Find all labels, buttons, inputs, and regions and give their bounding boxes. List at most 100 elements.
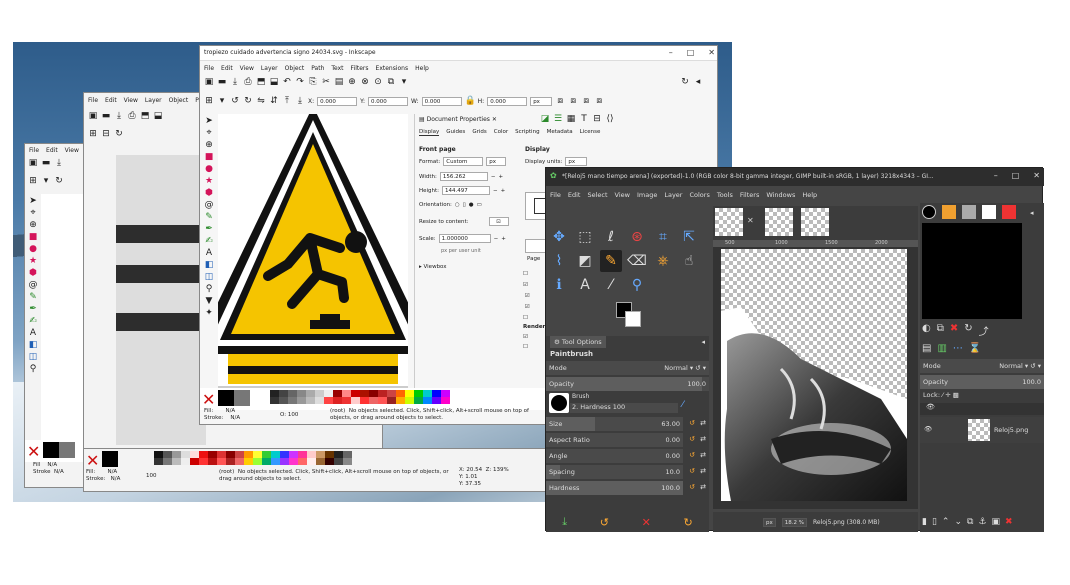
edit-brush-icon[interactable]: ⁄ — [682, 400, 684, 410]
tab-license[interactable]: License — [580, 129, 601, 136]
slider-value[interactable]: 100.0 — [661, 484, 680, 492]
smudge-tool-icon[interactable]: ☝ — [678, 250, 700, 272]
color-swatches[interactable] — [616, 302, 642, 328]
reset-slider-icon[interactable]: ↺ — [689, 483, 695, 491]
more-dropdown-icon[interactable]: ▾ — [399, 77, 409, 87]
menu-edit[interactable]: Edit — [568, 191, 581, 199]
reset-slider-icon[interactable]: ↺ — [689, 435, 695, 443]
menu-object[interactable]: Object — [285, 65, 305, 72]
menu-filters[interactable]: Filters — [740, 191, 759, 199]
layer-opacity-row[interactable]: Opacity 100.0 — [920, 375, 1044, 389]
import-icon[interactable]: ⬒ — [256, 77, 266, 87]
layer-row[interactable]: 👁 Reloj5.png — [920, 417, 1044, 443]
cut-icon[interactable]: ✂ — [321, 77, 331, 87]
y-field[interactable]: 0.000 — [368, 96, 409, 106]
rotate-cw-icon[interactable]: ↻ — [243, 96, 253, 106]
layers-icon[interactable]: ☰ — [553, 114, 563, 124]
unified-transform-tool-icon[interactable]: ⇱ — [678, 226, 700, 248]
channels-tab-icon[interactable]: ▥ — [937, 343, 946, 354]
tab-scripting[interactable]: Scripting — [515, 129, 539, 136]
tab-color[interactable]: Color — [494, 129, 508, 136]
tab-grids[interactable]: Grids — [472, 129, 486, 136]
new-group-icon[interactable]: ▯ — [932, 517, 937, 527]
lower-layer-icon[interactable]: ⌄ — [954, 517, 962, 527]
save-preset-icon[interactable]: ⤓ — [562, 515, 567, 529]
visibility-icon[interactable]: 👁 — [924, 425, 932, 433]
zoom-tool-icon[interactable]: ⊕ — [204, 140, 214, 150]
image-canvas[interactable] — [713, 247, 918, 509]
menu-colors[interactable]: Colors — [689, 191, 709, 199]
gimp-window[interactable]: ✿ *[Reloj5 mano tiempo arena] (exported)… — [545, 167, 1044, 532]
close-icon[interactable]: ✕ — [1033, 171, 1040, 180]
checkbox-checked[interactable]: ☑ — [523, 334, 528, 340]
link-slider-icon[interactable]: ⇄ — [700, 419, 706, 427]
brush-grid[interactable] — [922, 223, 1022, 319]
circle-tool-icon[interactable]: ● — [28, 244, 38, 254]
mask-icon[interactable]: ▣ — [992, 517, 1001, 527]
new-layer-icon[interactable]: ▮ — [922, 517, 927, 527]
plus-icon[interactable]: + — [501, 188, 506, 194]
export-icon[interactable]: ⬓ — [153, 111, 163, 121]
paintbrush-tool-icon[interactable]: ✎ — [600, 250, 622, 272]
import-icon[interactable]: ⬒ — [140, 111, 150, 121]
zoom-tool-icon[interactable]: ⚲ — [626, 274, 648, 296]
brush-icon[interactable]: ◐ — [922, 323, 931, 338]
raise-layer-icon[interactable]: ⌃ — [942, 517, 950, 527]
image-tab-2[interactable] — [765, 208, 793, 236]
refresh-icon[interactable]: ↻ — [680, 77, 690, 87]
viewbox-expander[interactable]: ▸ Viewbox — [419, 264, 447, 270]
redo-icon[interactable]: ↷ — [295, 77, 305, 87]
minimize-icon[interactable]: – — [994, 171, 998, 180]
dropdown-icon[interactable]: ▾ — [41, 176, 51, 186]
delete-layer-icon[interactable]: ✖ — [1005, 517, 1013, 527]
landscape-radio[interactable]: ● — [469, 202, 474, 208]
opacity-value[interactable]: 100 — [288, 412, 299, 418]
menu-image[interactable]: Image — [637, 191, 657, 199]
title-bar[interactable]: ✿ *[Reloj5 mano tiempo arena] (exported)… — [546, 168, 1044, 186]
lock-pixels-icon[interactable]: ⁄ — [942, 391, 943, 399]
duplicate-icon[interactable]: ⧉ — [386, 77, 396, 87]
menu-path[interactable]: Path — [311, 65, 324, 72]
mode-row[interactable]: Mode Normal ▾ ↺ ▾ — [546, 361, 709, 375]
open-folder-icon[interactable]: ▬ — [101, 111, 111, 121]
menu-edit[interactable]: Edit — [46, 147, 58, 154]
scale-corners-icon[interactable]: ⧈ — [568, 96, 578, 106]
lower-icon[interactable]: ⤓ — [295, 96, 305, 106]
new-document-icon[interactable]: ▣ — [204, 77, 214, 87]
import-icon[interactable]: ⤓ — [54, 158, 64, 168]
scale-stroke-icon[interactable]: ⧈ — [555, 96, 565, 106]
plus-icon[interactable]: + — [498, 174, 503, 180]
swatch-black[interactable] — [102, 451, 118, 467]
opacity-value[interactable]: 100 — [146, 473, 157, 479]
format-unit-select[interactable]: px — [486, 157, 507, 166]
menu-view[interactable]: View — [65, 147, 79, 154]
circle-tool-icon[interactable]: ● — [204, 164, 214, 174]
width-field[interactable]: 156.262 — [439, 172, 488, 181]
paths-tool-icon[interactable]: ℹ — [548, 274, 570, 296]
plus-icon[interactable]: + — [501, 236, 506, 242]
color-palette[interactable] — [154, 451, 352, 465]
tab-guides[interactable]: Guides — [446, 129, 465, 136]
spiral-tool-icon[interactable]: @ — [204, 200, 214, 210]
slider-value[interactable]: 10.0 — [666, 468, 680, 476]
menu-file[interactable]: File — [550, 191, 561, 199]
node-tool-icon[interactable]: ⌖ — [204, 128, 214, 138]
move-gradients-icon[interactable]: ⧈ — [581, 96, 591, 106]
slider-value[interactable]: 63.00 — [661, 420, 680, 428]
menu-help[interactable]: Help — [802, 191, 817, 199]
restore-icon[interactable]: ↺ — [600, 516, 609, 529]
refresh-icon[interactable]: ↻ — [964, 323, 972, 338]
image-tab-3[interactable] — [801, 208, 829, 236]
reset-slider-icon[interactable]: ↺ — [689, 467, 695, 475]
checkbox[interactable]: ☐ — [523, 315, 528, 321]
tool-options-tab[interactable]: ⚙ Tool Options — [550, 336, 606, 348]
height-field[interactable]: 144.497 — [442, 186, 491, 195]
fill-stroke-icon[interactable]: ◪ — [540, 114, 550, 124]
checkbox[interactable]: ☐ — [523, 271, 528, 277]
menu-help[interactable]: Help — [415, 65, 429, 72]
delete-icon[interactable]: ✕ — [642, 516, 651, 529]
link-slider-icon[interactable]: ⇄ — [700, 435, 706, 443]
eraser-tool-icon[interactable]: ⌫ — [626, 250, 648, 272]
menu-text[interactable]: Text — [331, 65, 343, 72]
opacity-value[interactable]: 100.0 — [687, 380, 706, 388]
